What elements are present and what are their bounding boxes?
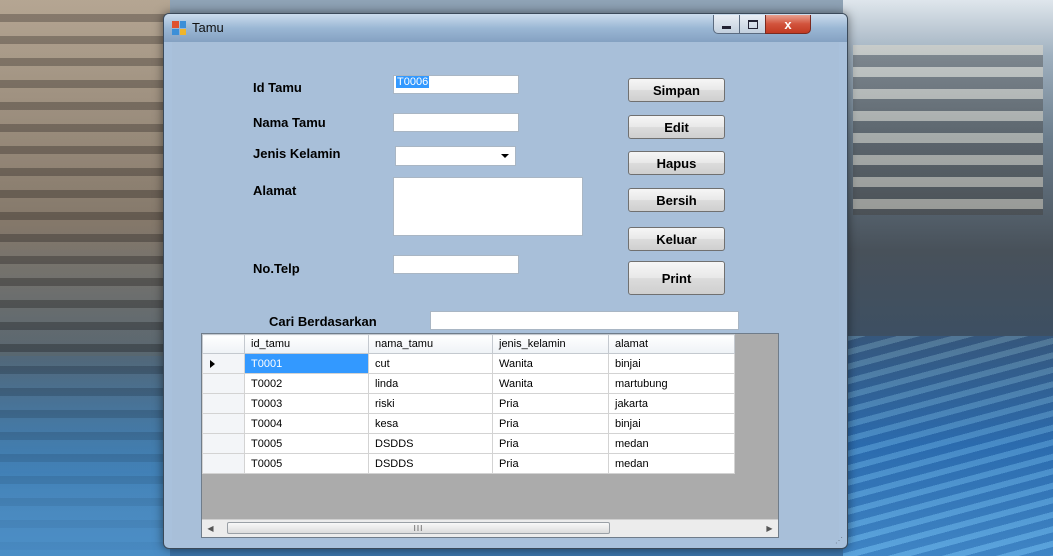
nama-tamu-input[interactable] [393, 113, 519, 132]
minimize-button[interactable] [713, 15, 740, 34]
table-cell[interactable]: medan [608, 453, 735, 474]
scroll-left-icon[interactable]: ◀ [202, 520, 219, 537]
desktop-background-left [0, 0, 170, 556]
search-input[interactable] [430, 311, 739, 330]
table-row[interactable]: T0001 cut Wanita binjai [202, 353, 735, 374]
table-cell[interactable]: T0005 [244, 433, 369, 454]
id-tamu-input[interactable]: T0006 [393, 75, 519, 94]
cari-berdasarkan-label: Cari Berdasarkan [269, 314, 377, 329]
alamat-label: Alamat [253, 183, 297, 198]
table-cell[interactable]: T0002 [244, 373, 369, 394]
horizontal-scrollbar[interactable]: ◀ III ▶ [202, 519, 778, 537]
table-cell[interactable]: binjai [608, 353, 735, 374]
table-cell[interactable]: jakarta [608, 393, 735, 414]
jenis-kelamin-label: Jenis Kelamin [253, 146, 341, 161]
close-button[interactable]: x [765, 15, 811, 34]
table-cell[interactable]: T0005 [244, 453, 369, 474]
table-cell[interactable]: Pria [492, 413, 609, 434]
table-cell[interactable]: Wanita [492, 353, 609, 374]
table-cell[interactable]: T0001 [244, 353, 369, 374]
table-cell[interactable]: Pria [492, 393, 609, 414]
scrollbar-thumb[interactable]: III [227, 522, 610, 534]
table-cell[interactable]: kesa [368, 413, 493, 434]
row-header[interactable] [202, 433, 245, 454]
maximize-button[interactable] [739, 15, 766, 34]
table-cell[interactable]: cut [368, 353, 493, 374]
column-header-nama-tamu[interactable]: nama_tamu [368, 334, 493, 354]
form-client-area: Id Tamu T0006 Nama Tamu Jenis Kelamin Al… [172, 42, 839, 540]
no-telp-label: No.Telp [253, 261, 300, 276]
edit-button[interactable]: Edit [628, 115, 725, 139]
window-title: Tamu [192, 20, 224, 35]
row-header[interactable] [202, 453, 245, 474]
current-row-arrow-icon [210, 360, 215, 368]
grid-corner-header [202, 334, 245, 354]
print-button[interactable]: Print [628, 261, 725, 295]
no-telp-input[interactable] [393, 255, 519, 274]
resize-grip-icon[interactable]: ⋰ [835, 536, 843, 545]
row-header[interactable] [202, 353, 245, 374]
table-cell[interactable]: T0004 [244, 413, 369, 434]
table-cell[interactable]: DSDDS [368, 453, 493, 474]
app-icon [172, 21, 186, 35]
id-tamu-label: Id Tamu [253, 80, 302, 95]
alamat-textarea[interactable] [393, 177, 583, 236]
simpan-button[interactable]: Simpan [628, 78, 725, 102]
table-cell[interactable]: medan [608, 433, 735, 454]
id-tamu-value: T0006 [396, 76, 430, 88]
jenis-kelamin-select[interactable] [395, 146, 516, 166]
tamu-window: Tamu x Id Tamu T0006 Nama Tamu Jenis Kel… [163, 13, 848, 549]
minimize-icon [722, 25, 731, 29]
keluar-button[interactable]: Keluar [628, 227, 725, 251]
tamu-data-grid[interactable]: id_tamu nama_tamu jenis_kelamin alamat T… [201, 333, 779, 538]
row-header[interactable] [202, 413, 245, 434]
table-cell[interactable]: riski [368, 393, 493, 414]
column-header-jenis-kelamin[interactable]: jenis_kelamin [492, 334, 609, 354]
grid-header-row: id_tamu nama_tamu jenis_kelamin alamat [202, 334, 735, 354]
close-icon: x [784, 16, 792, 32]
column-header-id-tamu[interactable]: id_tamu [244, 334, 369, 354]
table-row[interactable]: T0005 DSDDS Pria medan [202, 433, 735, 454]
table-cell[interactable]: linda [368, 373, 493, 394]
maximize-icon [747, 19, 758, 29]
table-cell[interactable]: T0003 [244, 393, 369, 414]
table-cell[interactable]: DSDDS [368, 433, 493, 454]
row-header[interactable] [202, 393, 245, 414]
grid-table: id_tamu nama_tamu jenis_kelamin alamat T… [202, 334, 735, 474]
table-cell[interactable]: Pria [492, 433, 609, 454]
hapus-button[interactable]: Hapus [628, 151, 725, 175]
table-row[interactable]: T0005 DSDDS Pria medan [202, 453, 735, 474]
scroll-right-icon[interactable]: ▶ [761, 520, 778, 537]
table-row[interactable]: T0002 linda Wanita martubung [202, 373, 735, 394]
table-cell[interactable]: Pria [492, 453, 609, 474]
table-cell[interactable]: binjai [608, 413, 735, 434]
table-cell[interactable]: martubung [608, 373, 735, 394]
nama-tamu-label: Nama Tamu [253, 115, 326, 130]
bersih-button[interactable]: Bersih [628, 188, 725, 212]
row-header[interactable] [202, 373, 245, 394]
thumb-grip-icon: III [413, 523, 424, 533]
table-row[interactable]: T0003 riski Pria jakarta [202, 393, 735, 414]
title-bar[interactable]: Tamu x [164, 14, 847, 42]
table-row[interactable]: T0004 kesa Pria binjai [202, 413, 735, 434]
column-header-alamat[interactable]: alamat [608, 334, 735, 354]
table-cell[interactable]: Wanita [492, 373, 609, 394]
chevron-down-icon[interactable] [501, 154, 509, 158]
desktop-background-right [843, 0, 1053, 556]
